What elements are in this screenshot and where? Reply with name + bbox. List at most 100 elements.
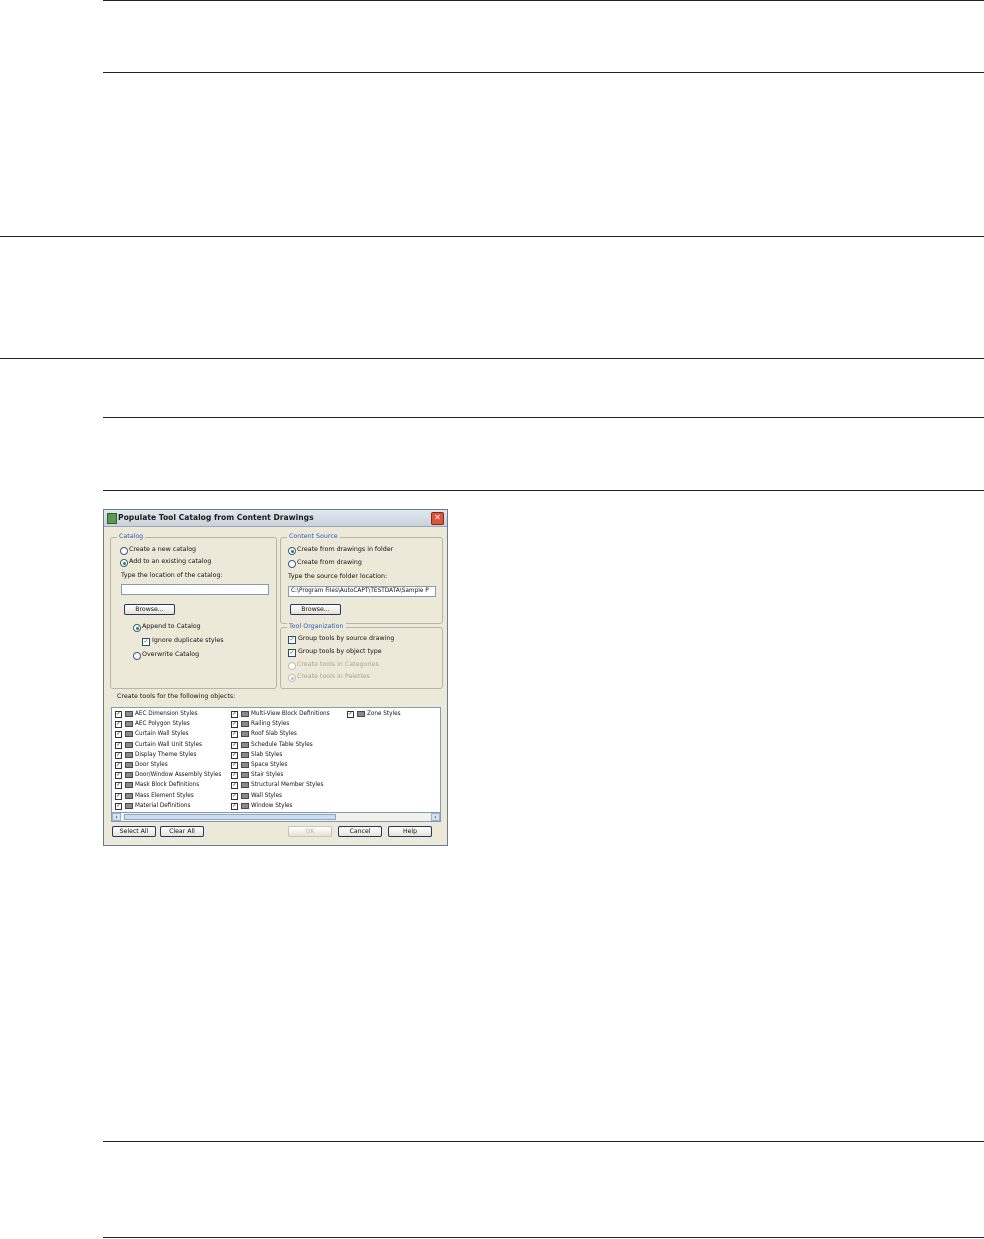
- list-item-label: Roof Slab Styles: [251, 731, 297, 738]
- list-item-label: Display Theme Styles: [135, 751, 197, 758]
- in-categories-label: Create tools in Categories: [297, 661, 379, 668]
- list-item-label: Schedule Table Styles: [251, 741, 313, 748]
- item-checkbox[interactable]: ✓: [231, 711, 238, 718]
- item-checkbox[interactable]: ✓: [115, 792, 122, 800]
- clear-all-button[interactable]: Clear All: [160, 826, 204, 837]
- list-item[interactable]: ✓ Mask Block Definitions: [115, 780, 228, 790]
- select-all-button[interactable]: Select All: [112, 826, 156, 837]
- list-item[interactable]: ✓ Window Styles: [231, 801, 345, 811]
- ok-button[interactable]: OK: [288, 826, 332, 837]
- objects-column-2: ✓ Multi-View Block Definitions ✓ Railing S…: [231, 709, 345, 811]
- source-browse-button[interactable]: Browse...: [290, 604, 341, 615]
- list-item[interactable]: ✓ Roof Slab Styles: [231, 729, 345, 739]
- from-folder-radio[interactable]: [288, 547, 296, 555]
- item-checkbox[interactable]: ✓: [231, 751, 238, 759]
- source-folder-input[interactable]: C:\Program Files\AutoCAPT\TESTDATA\Sampl…: [288, 586, 436, 597]
- cancel-button[interactable]: Cancel: [338, 826, 382, 837]
- list-item[interactable]: ✓ Schedule Table Styles: [231, 740, 345, 750]
- objects-column-1: ✓ AEC Dimension Styles ✓ AEC Polygon Style…: [115, 709, 228, 811]
- list-item-label: Stair Styles: [251, 772, 284, 779]
- list-item[interactable]: ✓ Curtain Wall Styles: [115, 729, 228, 739]
- objects-list-label: Create tools for the following objects:: [117, 693, 236, 700]
- list-item[interactable]: ✓ AEC Polygon Styles: [115, 719, 228, 729]
- item-checkbox[interactable]: ✓: [115, 731, 122, 739]
- scroll-left-icon[interactable]: ‹: [112, 813, 121, 821]
- objects-column-3: ✓ Zone Styles: [347, 709, 439, 719]
- item-checkbox[interactable]: ✓: [231, 772, 238, 780]
- overwrite-catalog-label: Overwrite Catalog: [142, 651, 200, 658]
- tool-organization-group-label: Tool Organization: [287, 623, 346, 630]
- catalog-group: Catalog Create a new catalog Add to an e…: [110, 533, 277, 689]
- mass-element-icon: [125, 792, 133, 799]
- horizontal-scrollbar[interactable]: ‹ ›: [111, 812, 441, 822]
- from-drawing-radio[interactable]: [288, 560, 296, 568]
- list-item[interactable]: ✓ Zone Styles: [347, 709, 439, 719]
- from-drawing-label: Create from drawing: [297, 559, 362, 566]
- item-checkbox[interactable]: ✓: [115, 772, 122, 780]
- list-item[interactable]: ✓ AEC Dimension Styles: [115, 709, 228, 719]
- list-item-label: Door/Window Assembly Styles: [135, 772, 222, 779]
- list-item[interactable]: ✓ Stair Styles: [231, 770, 345, 780]
- add-existing-catalog-radio[interactable]: [120, 559, 128, 567]
- objects-list[interactable]: ✓ AEC Dimension Styles ✓ AEC Polygon Style…: [111, 707, 441, 822]
- item-checkbox[interactable]: ✓: [231, 782, 238, 790]
- in-categories-radio[interactable]: [288, 662, 296, 670]
- list-item[interactable]: ✓ Multi-View Block Definitions: [231, 709, 345, 719]
- ignore-duplicates-checkbox[interactable]: ✓: [142, 638, 150, 646]
- list-item-label: Curtain Wall Unit Styles: [135, 741, 202, 748]
- catalog-location-label: Type the location of the catalog:: [121, 572, 223, 579]
- list-item[interactable]: ✓ Display Theme Styles: [115, 750, 228, 760]
- list-item[interactable]: ✓ Door/Window Assembly Styles: [115, 770, 228, 780]
- item-checkbox[interactable]: ✓: [115, 741, 122, 749]
- close-icon[interactable]: ✕: [431, 512, 444, 525]
- roof-slab-icon: [241, 731, 249, 738]
- list-item-label: AEC Polygon Styles: [135, 721, 190, 728]
- item-checkbox[interactable]: ✓: [115, 782, 122, 790]
- item-checkbox[interactable]: ✓: [115, 751, 122, 759]
- item-checkbox[interactable]: ✓: [231, 761, 238, 769]
- item-checkbox[interactable]: ✓: [231, 731, 238, 739]
- content-source-group-label: Content Source: [287, 533, 340, 540]
- catalog-browse-button[interactable]: Browse...: [124, 604, 175, 615]
- scrollbar-thumb[interactable]: [124, 814, 336, 820]
- add-existing-catalog-label: Add to an existing catalog: [129, 558, 212, 565]
- list-item[interactable]: ✓ Mass Element Styles: [115, 791, 228, 801]
- overwrite-catalog-radio[interactable]: [133, 652, 141, 660]
- display-theme-icon: [125, 751, 133, 758]
- item-checkbox[interactable]: ✓: [231, 792, 238, 800]
- list-item-label: Door Styles: [135, 761, 168, 768]
- in-palettes-radio[interactable]: [288, 674, 296, 682]
- append-catalog-radio[interactable]: [133, 624, 141, 632]
- create-new-catalog-radio[interactable]: [120, 547, 128, 555]
- list-item[interactable]: ✓ Door Styles: [115, 760, 228, 770]
- list-item-label: Structural Member Styles: [251, 782, 324, 789]
- list-item[interactable]: ✓ Space Styles: [231, 760, 345, 770]
- from-folder-label: Create from drawings in folder: [297, 546, 394, 553]
- item-checkbox[interactable]: ✓: [347, 711, 354, 718]
- item-checkbox[interactable]: ✓: [115, 802, 122, 810]
- list-item-label: Mass Element Styles: [135, 792, 194, 799]
- list-item[interactable]: ✓ Structural Member Styles: [231, 780, 345, 790]
- list-item[interactable]: ✓ Wall Styles: [231, 791, 345, 801]
- list-item[interactable]: ✓ Curtain Wall Unit Styles: [115, 740, 228, 750]
- item-checkbox[interactable]: ✓: [115, 721, 122, 729]
- help-button[interactable]: Help: [388, 826, 432, 837]
- window-icon: [241, 802, 249, 809]
- group-by-type-checkbox[interactable]: ✓: [288, 649, 296, 657]
- scroll-right-icon[interactable]: ›: [431, 813, 440, 821]
- curtain-wall-icon: [125, 731, 133, 738]
- item-checkbox[interactable]: ✓: [115, 761, 122, 769]
- item-checkbox[interactable]: ✓: [231, 721, 238, 729]
- list-item[interactable]: ✓ Material Definitions: [115, 801, 228, 811]
- create-new-catalog-label: Create a new catalog: [129, 546, 197, 553]
- item-checkbox[interactable]: ✓: [231, 802, 238, 810]
- item-checkbox[interactable]: ✓: [231, 741, 238, 749]
- catalog-location-input[interactable]: [121, 584, 269, 595]
- group-by-source-checkbox[interactable]: ✓: [288, 636, 296, 644]
- list-item[interactable]: ✓ Slab Styles: [231, 750, 345, 760]
- in-palettes-label: Create tools in Palettes: [297, 673, 370, 680]
- item-checkbox[interactable]: ✓: [115, 711, 122, 718]
- list-item-label: Mask Block Definitions: [135, 782, 200, 789]
- list-item[interactable]: ✓ Railing Styles: [231, 719, 345, 729]
- page-rule: [103, 1141, 984, 1142]
